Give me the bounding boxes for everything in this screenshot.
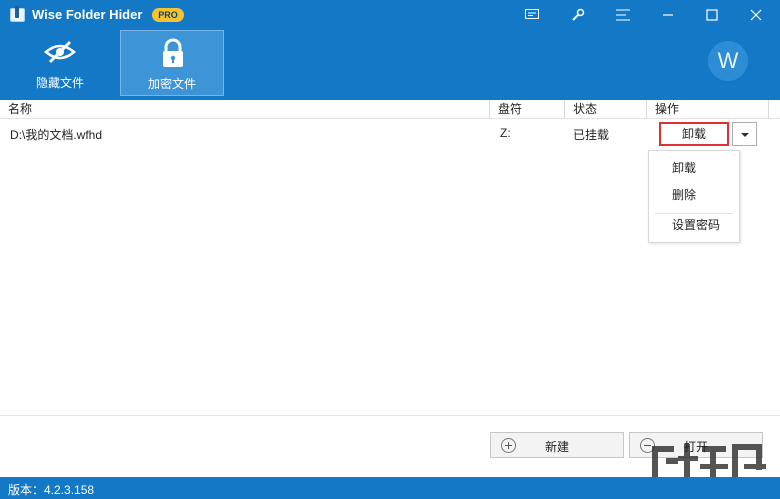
status-bar: 版本：4.2.3.158 [0,477,780,499]
menu-icon[interactable] [605,0,641,30]
menu-item-delete[interactable]: 删除 [649,183,739,207]
tab-hide-files-label: 隐藏文件 [35,76,84,90]
column-header-drive[interactable]: 盘符 [490,100,565,119]
tools-icon[interactable] [560,0,596,30]
tab-encrypt-files-label: 加密文件 [147,77,196,91]
chevron-down-icon[interactable] [732,122,757,146]
menu-item-set-password[interactable]: 设置密码 [649,213,739,237]
row-drive-letter: Z: [500,126,511,140]
close-icon[interactable] [738,0,774,30]
tab-hide-files[interactable]: 隐藏文件 [8,30,112,96]
feedback-icon[interactable] [514,0,550,30]
app-logo-icon [10,6,25,22]
minimize-icon[interactable] [650,0,686,30]
new-button-label: 新建 [544,440,569,454]
maximize-icon[interactable] [694,0,730,30]
main-toolbar: 隐藏文件 加密文件 W [0,30,780,100]
row-file-path: D:\我的文档.wfhd [10,128,103,142]
divider [0,415,780,416]
hidden-eye-icon [44,40,76,64]
app-title: Wise Folder Hider [32,7,143,22]
version-text: 版本：4.2.3.158 [8,483,95,497]
column-header-action[interactable]: 操作 [647,100,769,119]
table-header: 名称 盘符 状态 操作 [0,100,780,119]
unmount-button[interactable]: 卸载 [659,122,729,146]
new-button[interactable]: 新建 [490,432,624,458]
lock-icon [163,38,183,67]
menu-item-unmount[interactable]: 卸载 [649,156,739,180]
row-status: 已挂载 [573,128,610,142]
column-header-status[interactable]: 状态 [565,100,647,119]
title-bar: Wise Folder Hider PRO [0,0,780,30]
column-header-name[interactable]: 名称 [0,100,490,119]
tab-encrypt-files[interactable]: 加密文件 [120,30,224,96]
pro-badge: PRO [152,8,184,22]
action-menu: 卸载 删除 设置密码 [648,150,740,243]
user-avatar[interactable]: W [708,41,748,81]
